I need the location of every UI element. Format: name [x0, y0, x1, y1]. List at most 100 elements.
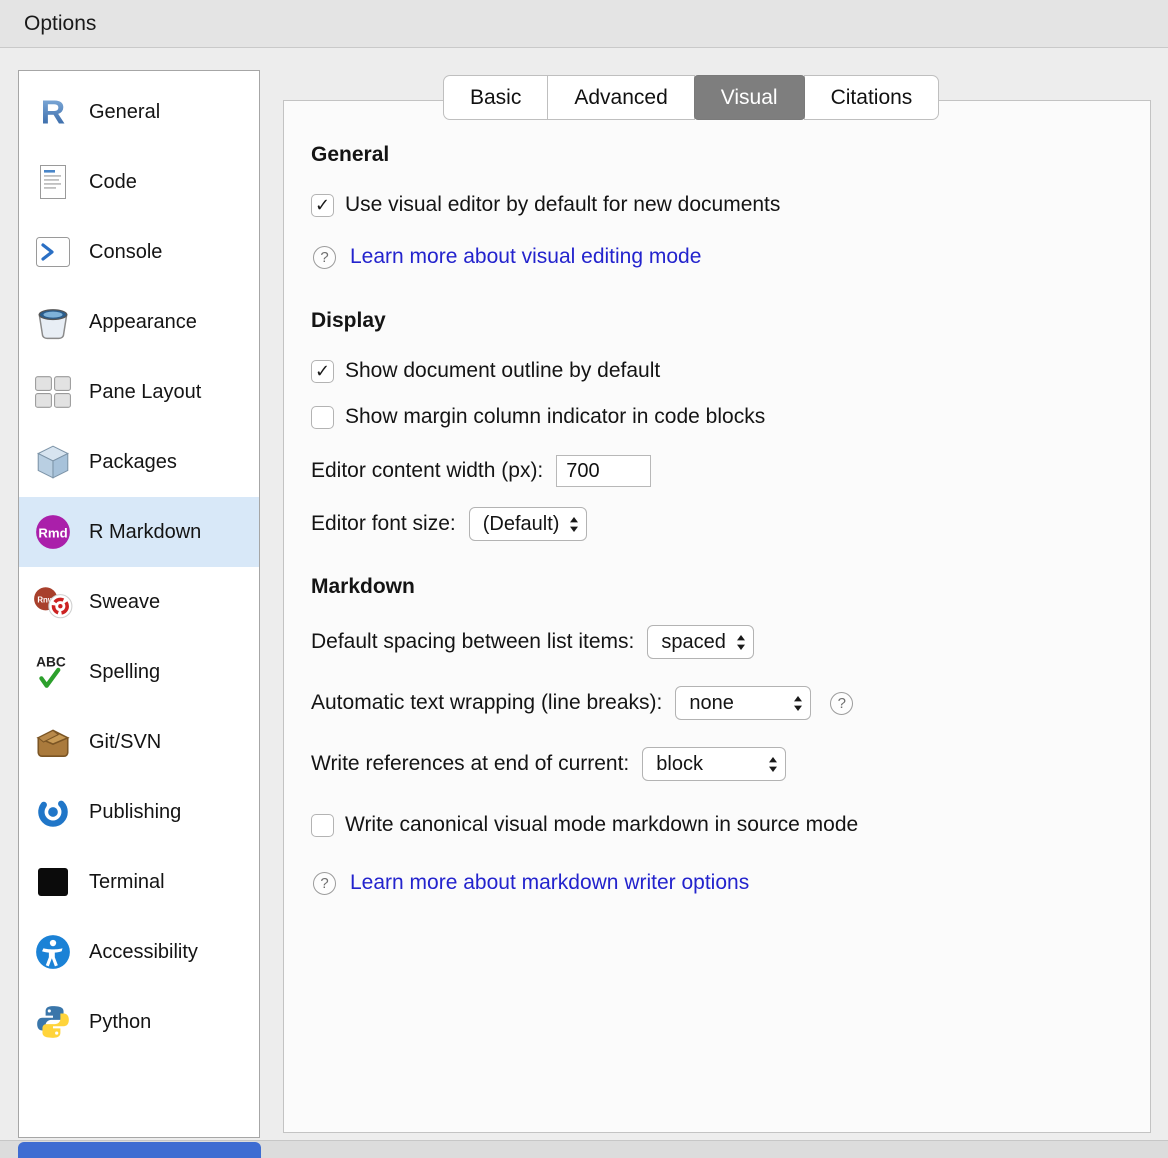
sidebar-item-label: Publishing: [89, 801, 181, 824]
sidebar-item-label: General: [89, 101, 160, 124]
stepper-arrows-icon: [768, 756, 778, 773]
list-spacing-select[interactable]: spaced: [647, 625, 754, 659]
sidebar-item-accessibility[interactable]: Accessibility: [19, 917, 259, 987]
use-visual-editor-checkbox[interactable]: ✓: [311, 194, 334, 217]
sidebar-item-r-markdown[interactable]: Rmd R Markdown: [19, 497, 259, 567]
text-wrapping-label: Automatic text wrapping (line breaks):: [311, 691, 662, 715]
editor-font-size-select[interactable]: (Default): [469, 507, 588, 541]
r-markdown-icon: Rmd: [31, 511, 75, 553]
tab-basic[interactable]: Basic: [443, 75, 548, 120]
editor-content-width-input[interactable]: [556, 455, 651, 487]
category-sidebar: R General Code Console: [18, 70, 260, 1138]
checkbox-label: Write canonical visual mode markdown in …: [345, 813, 858, 837]
console-icon: [31, 231, 75, 273]
pane-layout-icon: [31, 371, 75, 413]
checkbox-label: Use visual editor by default for new doc…: [345, 193, 780, 217]
sidebar-item-label: Console: [89, 241, 162, 264]
window-titlebar: Options: [0, 0, 1168, 48]
sidebar-item-label: Spelling: [89, 661, 160, 684]
sidebar-item-python[interactable]: Python: [19, 987, 259, 1057]
sidebar-item-label: Code: [89, 171, 137, 194]
text-wrapping-row: Automatic text wrapping (line breaks): n…: [311, 686, 1120, 720]
editor-font-size-label: Editor font size:: [311, 512, 456, 536]
show-outline-checkbox[interactable]: ✓: [311, 360, 334, 383]
svg-text:ABC: ABC: [36, 655, 66, 670]
help-icon[interactable]: ?: [830, 692, 853, 715]
sidebar-item-label: Appearance: [89, 311, 197, 334]
sidebar-accent-bar: [18, 1142, 261, 1158]
learn-markdown-writer-row: ? Learn more about markdown writer optio…: [313, 871, 1120, 895]
code-file-icon: [31, 161, 75, 203]
select-value: (Default): [483, 513, 560, 536]
sidebar-item-label: Terminal: [89, 871, 165, 894]
references-label: Write references at end of current:: [311, 752, 629, 776]
canonical-markdown-checkbox[interactable]: [311, 814, 334, 837]
appearance-paint-bucket-icon: [31, 301, 75, 343]
show-margin-row: Show margin column indicator in code blo…: [311, 405, 1120, 429]
git-svn-box-icon: [31, 721, 75, 763]
sidebar-item-spelling[interactable]: ABC Spelling: [19, 637, 259, 707]
references-row: Write references at end of current: bloc…: [311, 747, 1120, 781]
checkmark: ✓: [315, 196, 330, 214]
help-icon[interactable]: ?: [313, 246, 336, 269]
editor-font-size-row: Editor font size: (Default): [311, 507, 1120, 541]
list-spacing-row: Default spacing between list items: spac…: [311, 625, 1120, 659]
checkbox-label: Show margin column indicator in code blo…: [345, 405, 765, 429]
publishing-icon: [31, 791, 75, 833]
sidebar-item-publishing[interactable]: Publishing: [19, 777, 259, 847]
sidebar-item-label: Git/SVN: [89, 731, 161, 754]
stepper-arrows-icon: [569, 516, 579, 533]
canonical-markdown-row: Write canonical visual mode markdown in …: [311, 813, 1120, 837]
show-margin-checkbox[interactable]: [311, 406, 334, 429]
sidebar-item-general[interactable]: R General: [19, 77, 259, 147]
sidebar-item-label: Accessibility: [89, 941, 198, 964]
sidebar-item-code[interactable]: Code: [19, 147, 259, 217]
learn-more-markdown-writer-link[interactable]: Learn more about markdown writer options: [350, 871, 749, 895]
sidebar-item-terminal[interactable]: Terminal: [19, 847, 259, 917]
sidebar-item-label: Sweave: [89, 591, 160, 614]
sidebar-item-sweave[interactable]: Rnw Sweave: [19, 567, 259, 637]
select-value: none: [689, 692, 734, 715]
tab-visual[interactable]: Visual: [694, 75, 805, 120]
section-heading-general: General: [311, 143, 1120, 167]
learn-visual-editing-row: ? Learn more about visual editing mode: [313, 245, 1120, 269]
sidebar-item-packages[interactable]: Packages: [19, 427, 259, 497]
tab-citations[interactable]: Citations: [804, 75, 940, 120]
editor-content-width-label: Editor content width (px):: [311, 459, 543, 483]
checkmark: ✓: [315, 362, 330, 380]
terminal-icon: [31, 861, 75, 903]
sidebar-item-pane-layout[interactable]: Pane Layout: [19, 357, 259, 427]
list-spacing-label: Default spacing between list items:: [311, 630, 634, 654]
packages-box-icon: [31, 441, 75, 483]
sweave-icon: Rnw: [31, 581, 75, 623]
stepper-arrows-icon: [793, 695, 803, 712]
python-icon: [31, 1001, 75, 1043]
sidebar-item-label: R Markdown: [89, 521, 201, 544]
sidebar-item-git-svn[interactable]: Git/SVN: [19, 707, 259, 777]
sidebar-item-label: Python: [89, 1011, 151, 1034]
r-logo-icon: R: [31, 91, 75, 133]
references-select[interactable]: block: [642, 747, 786, 781]
section-heading-display: Display: [311, 309, 1120, 333]
svg-text:Rmd: Rmd: [38, 525, 67, 540]
window-title: Options: [24, 12, 96, 36]
help-icon[interactable]: ?: [313, 872, 336, 895]
svg-text:R: R: [41, 94, 65, 131]
tab-advanced[interactable]: Advanced: [547, 75, 694, 120]
stepper-arrows-icon: [736, 634, 746, 651]
editor-content-width-row: Editor content width (px):: [311, 455, 1120, 487]
sidebar-item-label: Pane Layout: [89, 381, 201, 404]
text-wrapping-select[interactable]: none: [675, 686, 811, 720]
visual-options-panel: General ✓ Use visual editor by default f…: [283, 100, 1151, 1133]
show-outline-row: ✓ Show document outline by default: [311, 359, 1120, 383]
sidebar-item-label: Packages: [89, 451, 177, 474]
section-heading-markdown: Markdown: [311, 575, 1120, 599]
checkbox-label: Show document outline by default: [345, 359, 660, 383]
sidebar-item-appearance[interactable]: Appearance: [19, 287, 259, 357]
accessibility-icon: [31, 931, 75, 973]
spelling-icon: ABC: [31, 651, 75, 693]
sidebar-item-console[interactable]: Console: [19, 217, 259, 287]
learn-more-visual-editing-link[interactable]: Learn more about visual editing mode: [350, 245, 701, 269]
select-value: spaced: [661, 631, 726, 654]
select-value: block: [656, 753, 703, 776]
